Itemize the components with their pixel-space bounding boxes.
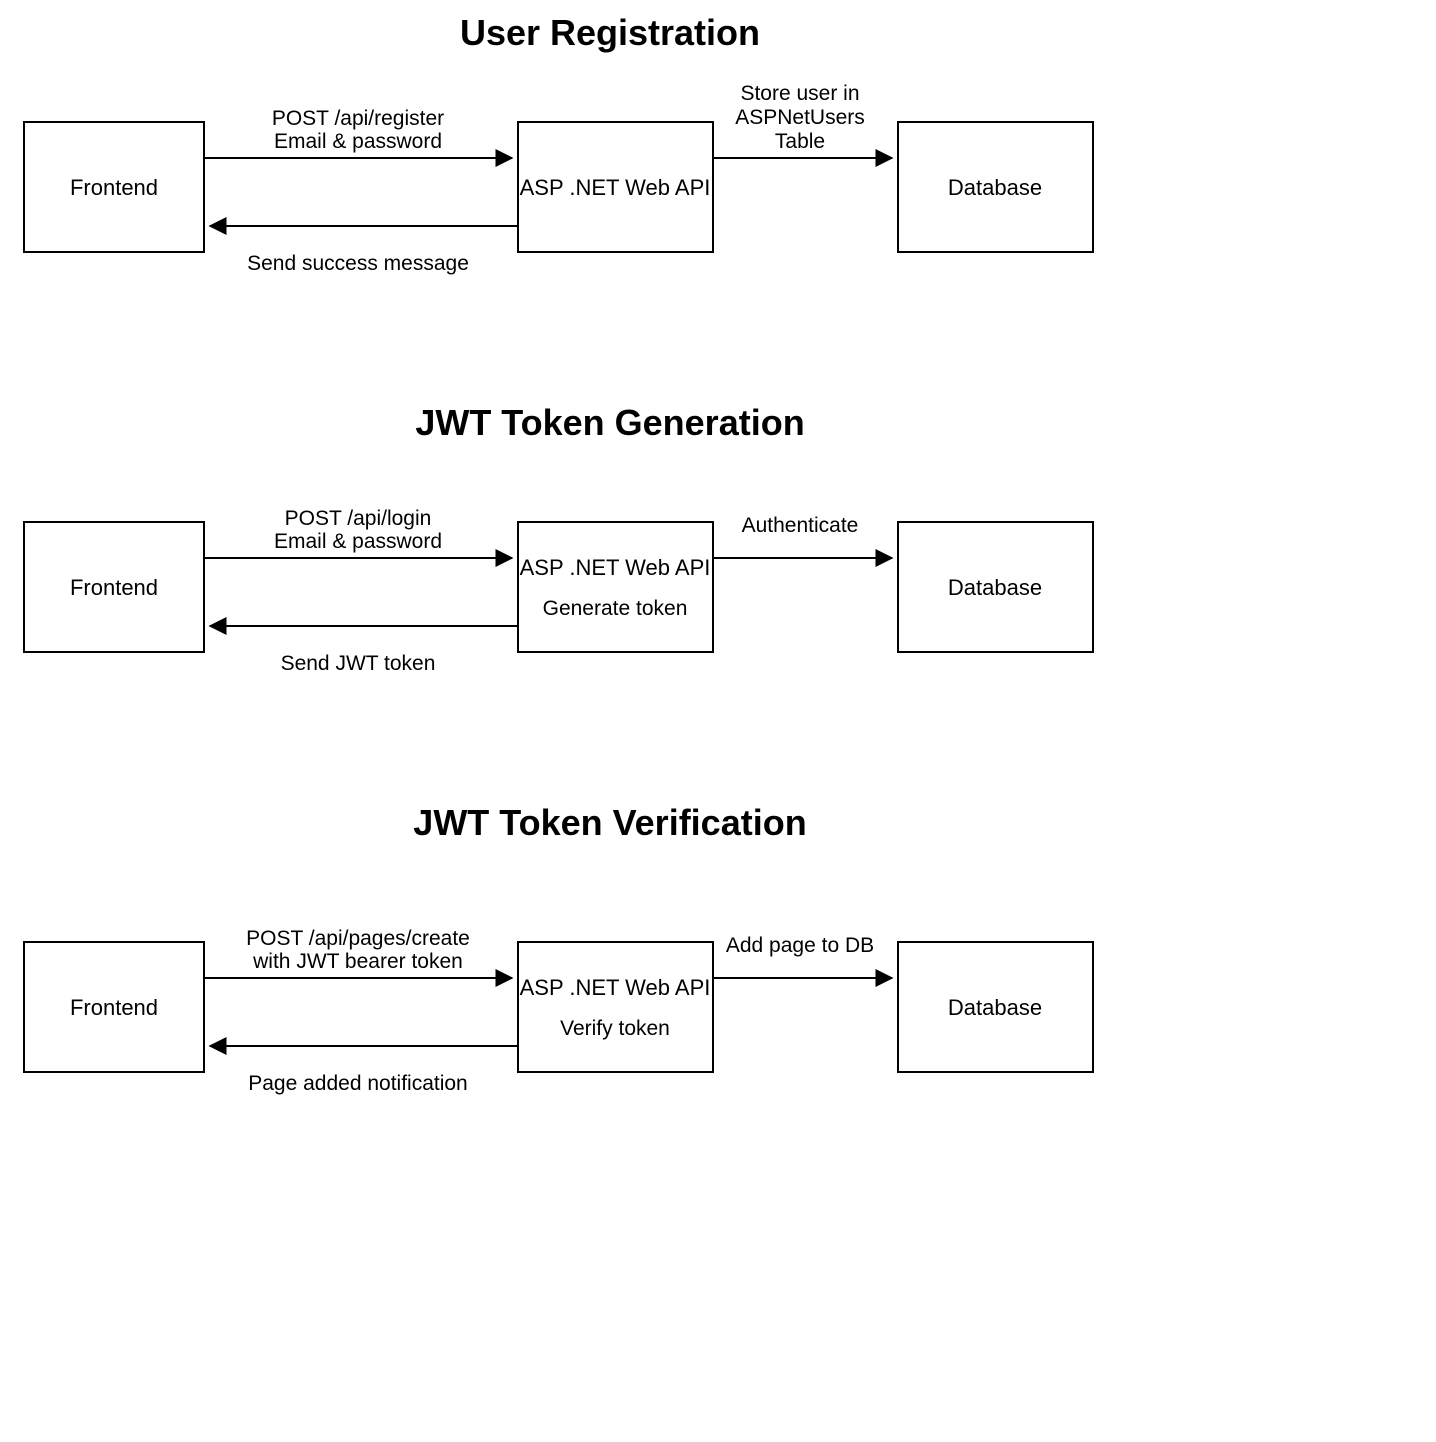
api-sub-label: Verify token	[560, 1017, 670, 1040]
api-label: ASP .NET Web API	[520, 975, 711, 1000]
db-label: Database	[948, 995, 1042, 1020]
req-line2: with JWT bearer token	[252, 950, 463, 973]
db-msg-line2: ASPNetUsers	[735, 106, 865, 129]
req-line1: POST /api/pages/create	[246, 927, 470, 950]
req-line2: Email & password	[274, 130, 442, 153]
db-msg-line1: Authenticate	[742, 514, 859, 537]
section-title-jwt-verify: JWT Token Verification	[413, 802, 806, 843]
section-title-registration: User Registration	[460, 12, 760, 53]
api-box	[518, 942, 713, 1072]
req-line1: POST /api/register	[272, 107, 444, 130]
diagram-root: User Registration Frontend ASP .NET Web …	[0, 0, 1436, 1442]
db-msg-line3: Table	[775, 130, 825, 153]
frontend-label: Frontend	[70, 175, 158, 200]
frontend-label: Frontend	[70, 575, 158, 600]
api-label: ASP .NET Web API	[520, 175, 711, 200]
resp-text: Send JWT token	[281, 652, 436, 675]
api-sub-label: Generate token	[543, 597, 688, 620]
db-msg-line1: Store user in	[740, 82, 859, 105]
frontend-label: Frontend	[70, 995, 158, 1020]
resp-text: Send success message	[247, 252, 469, 275]
resp-text: Page added notification	[248, 1072, 468, 1095]
req-line1: POST /api/login	[285, 507, 432, 530]
db-label: Database	[948, 575, 1042, 600]
section-title-jwt-gen: JWT Token Generation	[415, 402, 804, 443]
api-label: ASP .NET Web API	[520, 555, 711, 580]
api-box	[518, 522, 713, 652]
db-msg-line1: Add page to DB	[726, 934, 874, 957]
db-label: Database	[948, 175, 1042, 200]
req-line2: Email & password	[274, 530, 442, 553]
